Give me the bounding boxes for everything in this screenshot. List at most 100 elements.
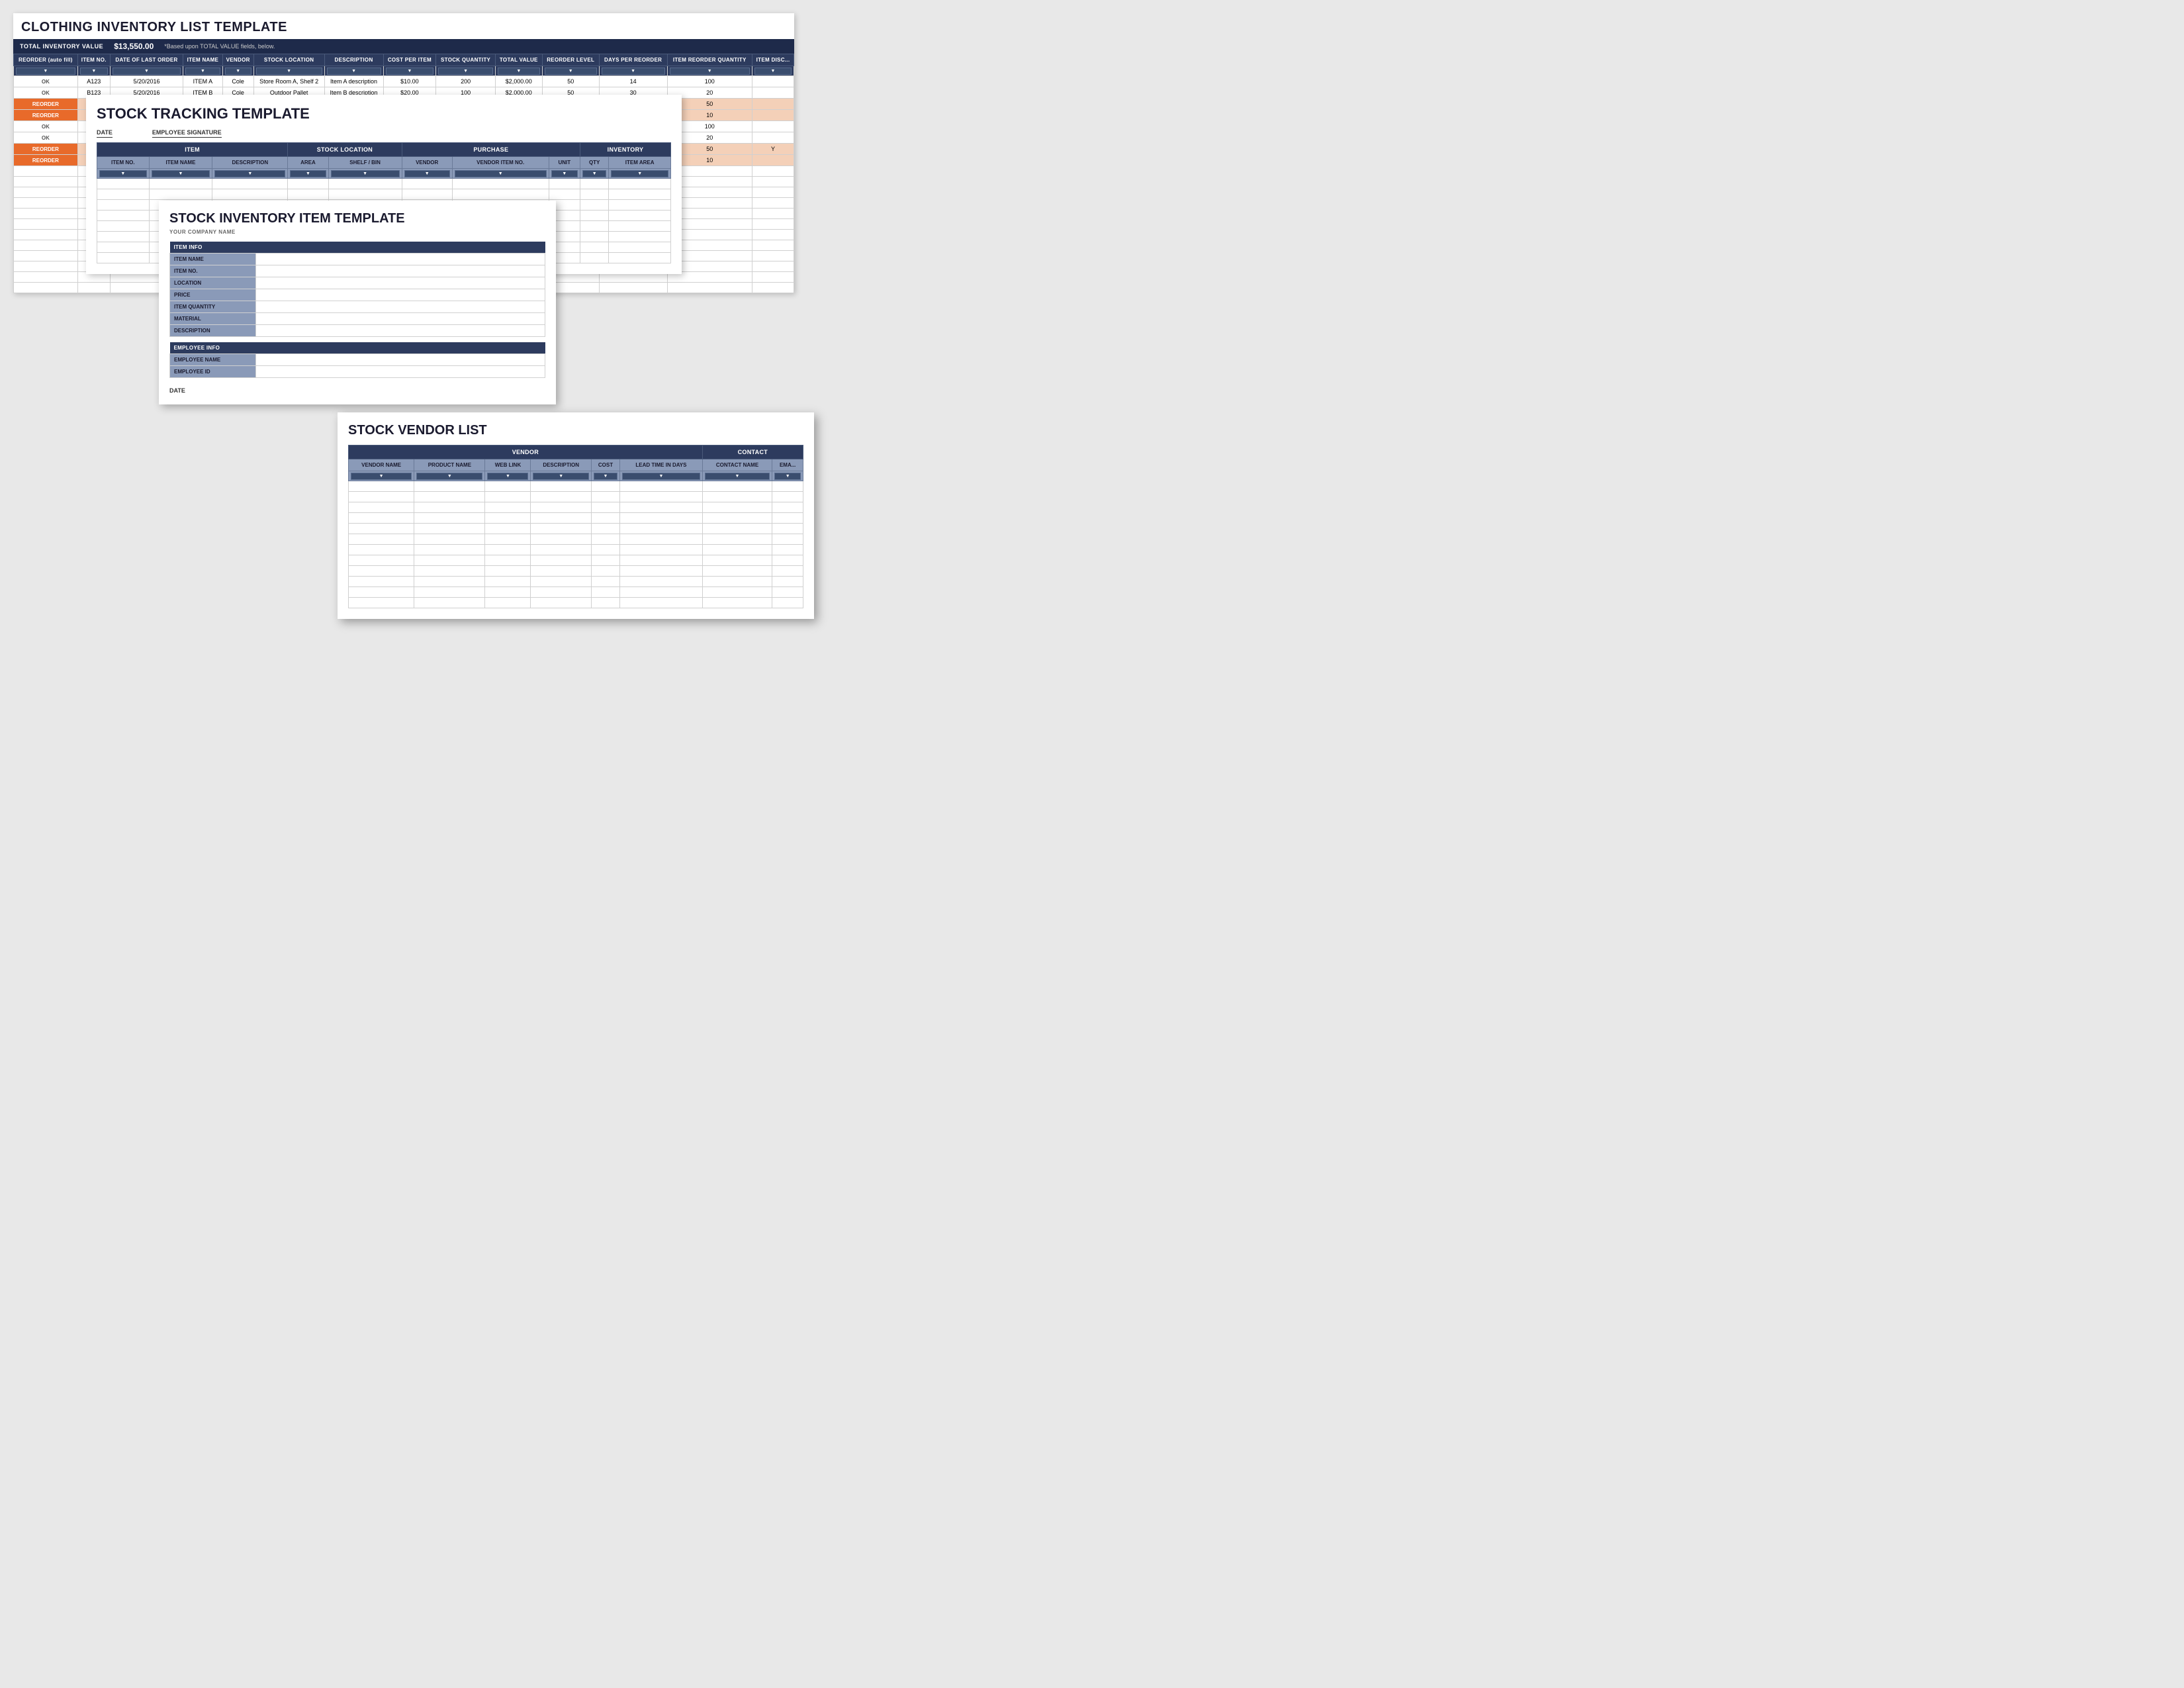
field-value[interactable] xyxy=(256,301,545,313)
cell: 14 xyxy=(599,76,667,87)
vendor-row xyxy=(349,502,803,513)
field-value[interactable] xyxy=(256,313,545,325)
vendor-filter-row: ▼ ▼ ▼ ▼ ▼ ▼ ▼ ▼ xyxy=(349,471,803,481)
item-field-row: ITEM NAME xyxy=(170,254,545,265)
col-t-item-no: ITEM NO. xyxy=(97,157,150,169)
date-label-item: DATE xyxy=(169,383,545,394)
vendor-col-header: VENDOR NAME PRODUCT NAME WEB LINK DESCRI… xyxy=(349,459,803,471)
field-value[interactable] xyxy=(256,325,545,337)
filter-btn-item-no[interactable]: ▼ xyxy=(80,68,108,75)
vendor-sheet: STOCK VENDOR LIST VENDOR CONTACT VENDOR … xyxy=(338,412,814,619)
item-field-row: LOCATION xyxy=(170,277,545,289)
filter-t-item-no[interactable]: ▼ xyxy=(99,170,147,177)
field-value[interactable] xyxy=(256,289,545,301)
col-total-value: TOTAL VALUE xyxy=(495,54,542,66)
group-inventory: INVENTORY xyxy=(580,143,671,157)
cell xyxy=(752,132,794,144)
filter-btn-cost[interactable]: ▼ xyxy=(386,68,434,75)
filter-btn-date[interactable]: ▼ xyxy=(113,68,181,75)
cell: Cole xyxy=(222,76,253,87)
field-value[interactable] xyxy=(256,254,545,265)
cell xyxy=(752,121,794,132)
filter-v-desc[interactable]: ▼ xyxy=(533,473,588,480)
cell: REORDER xyxy=(14,99,78,110)
date-field: DATE xyxy=(97,129,113,136)
filter-btn-total-val[interactable]: ▼ xyxy=(498,68,540,75)
field-value[interactable] xyxy=(256,265,545,277)
cell: Item A description xyxy=(324,76,383,87)
filter-v-lead-time[interactable]: ▼ xyxy=(622,473,700,480)
filter-t-vendor-item[interactable]: ▼ xyxy=(455,170,547,177)
item-field-row: ITEM QUANTITY xyxy=(170,301,545,313)
field-value[interactable] xyxy=(256,354,545,366)
filter-btn-disc[interactable]: ▼ xyxy=(754,68,792,75)
cell: A123 xyxy=(77,76,110,87)
field-label: MATERIAL xyxy=(170,313,256,325)
filter-t-vendor[interactable]: ▼ xyxy=(404,170,450,177)
filter-v-contact-name[interactable]: ▼ xyxy=(705,473,770,480)
stock-item-title: STOCK INVENTORY ITEM TEMPLATE xyxy=(169,211,545,226)
vendor-row xyxy=(349,555,803,566)
vendor-row xyxy=(349,566,803,577)
filter-btn-location[interactable]: ▼ xyxy=(256,68,322,75)
cell: REORDER xyxy=(14,144,78,155)
vendor-group-contact: CONTACT xyxy=(702,445,803,459)
filter-v-web-link[interactable]: ▼ xyxy=(487,473,528,480)
filter-btn-name[interactable]: ▼ xyxy=(185,68,220,75)
filter-btn-reorder-qty[interactable]: ▼ xyxy=(670,68,750,75)
column-header-row: REORDER (auto fill) ITEM NO. DATE OF LAS… xyxy=(14,54,794,66)
col-t-item-name: ITEM NAME xyxy=(149,157,212,169)
filter-btn-reorder-level[interactable]: ▼ xyxy=(545,68,597,75)
filter-btn-days[interactable]: ▼ xyxy=(602,68,665,75)
col-v-product-name: PRODUCT NAME xyxy=(414,459,485,471)
filter-t-qty[interactable]: ▼ xyxy=(582,170,606,177)
filter-btn-vendor[interactable]: ▼ xyxy=(225,68,251,75)
filter-btn-stock-qty[interactable]: ▼ xyxy=(438,68,493,75)
cell xyxy=(752,155,794,166)
signature-row: DATE EMPLOYEE SIGNATURE xyxy=(97,129,671,136)
item-field-row: ITEM NO. xyxy=(170,265,545,277)
cell: OK xyxy=(14,132,78,144)
filter-t-desc[interactable]: ▼ xyxy=(214,170,285,177)
vendor-row xyxy=(349,545,803,555)
filter-v-vendor-name[interactable]: ▼ xyxy=(351,473,412,480)
cell: $10.00 xyxy=(383,76,436,87)
field-label: EMPLOYEE ID xyxy=(170,366,256,378)
vendor-group-vendor: VENDOR xyxy=(349,445,703,459)
col-item-disc: ITEM DISC... xyxy=(752,54,794,66)
col-stock-quantity: STOCK QUANTITY xyxy=(436,54,496,66)
filter-btn-desc[interactable]: ▼ xyxy=(327,68,381,75)
filter-t-item-name[interactable]: ▼ xyxy=(152,170,210,177)
col-t-unit: UNIT xyxy=(549,157,580,169)
employee-field-row: EMPLOYEE NAME xyxy=(170,354,545,366)
vendor-row xyxy=(349,534,803,545)
field-label: LOCATION xyxy=(170,277,256,289)
cell: 200 xyxy=(436,76,496,87)
vendor-table: VENDOR CONTACT VENDOR NAME PRODUCT NAME … xyxy=(348,445,803,608)
filter-t-unit[interactable]: ▼ xyxy=(551,170,578,177)
filter-v-email[interactable]: ▼ xyxy=(774,473,801,480)
filter-t-area[interactable]: ▼ xyxy=(290,170,326,177)
col-t-qty: QTY xyxy=(580,157,609,169)
vendor-row xyxy=(349,587,803,598)
col-vendor: VENDOR xyxy=(222,54,253,66)
field-value[interactable] xyxy=(256,277,545,289)
filter-t-item-area[interactable]: ▼ xyxy=(611,170,668,177)
cell: Store Room A, Shelf 2 xyxy=(253,76,324,87)
tracking-filter-row: ▼ ▼ ▼ ▼ ▼ ▼ ▼ ▼ ▼ ▼ xyxy=(97,169,671,179)
field-value[interactable] xyxy=(256,366,545,378)
cell xyxy=(752,76,794,87)
filter-v-product-name[interactable]: ▼ xyxy=(416,473,482,480)
field-label: PRICE xyxy=(170,289,256,301)
sheets-container: STOCK TRACKING TEMPLATE DATE EMPLOYEE SI… xyxy=(13,95,2171,274)
col-t-shelf-bin: SHELF / BIN xyxy=(328,157,402,169)
filter-t-shelf[interactable]: ▼ xyxy=(331,170,400,177)
item-field-row: PRICE xyxy=(170,289,545,301)
filter-btn-reorder[interactable]: ▼ xyxy=(16,68,75,75)
filter-v-cost[interactable]: ▼ xyxy=(594,473,617,480)
table-row: OKA1235/20/2016ITEM AColeStore Room A, S… xyxy=(14,76,794,87)
cell: REORDER xyxy=(14,155,78,166)
cell xyxy=(752,87,794,99)
total-inventory-value: $13,550.00 xyxy=(114,42,154,51)
col-item-reorder-qty: ITEM REORDER QUANTITY xyxy=(667,54,752,66)
